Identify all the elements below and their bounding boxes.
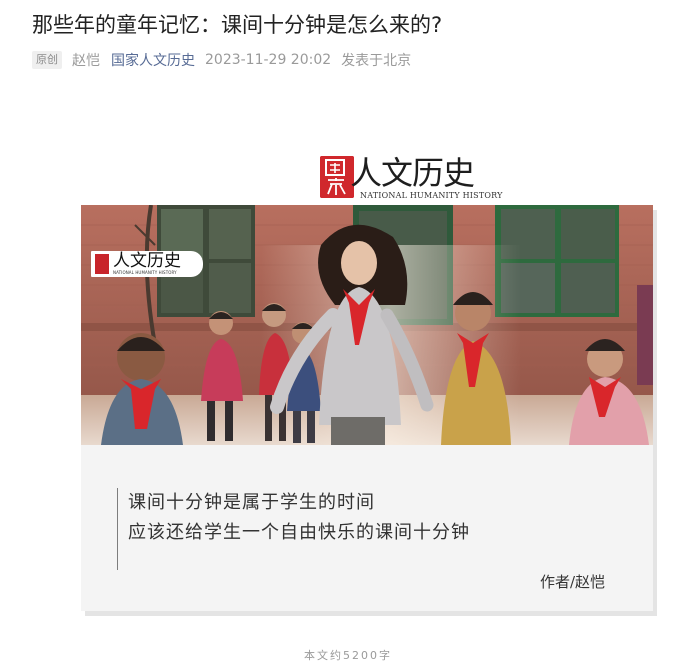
cover-photo: 人文历史 NATIONAL HUMANITY HISTORY xyxy=(81,205,653,445)
seal-graphic xyxy=(320,156,354,198)
card-byline: 作者/赵恺 xyxy=(539,573,605,591)
publish-time: 2023-11-29 20:02 xyxy=(205,52,332,68)
brand-logo: 国家 人文历史 NATIONAL HUMANITY HISTORY xyxy=(320,154,502,203)
seal-icon: 国家 xyxy=(320,156,354,198)
word-count: 本文约5200字 xyxy=(304,649,392,662)
photo-logo-name: 人文历史 xyxy=(113,251,181,271)
quote-block: 课间十分钟是属于学生的时间 应该还给学生一个自由快乐的课间十分钟 xyxy=(117,488,470,570)
article-title: 那些年的童年记忆：课间十分钟是怎么来的? xyxy=(32,13,443,37)
brand-subtitle: NATIONAL HUMANITY HISTORY xyxy=(360,191,503,200)
author-name[interactable]: 赵恺 xyxy=(72,50,100,70)
photo-logo-subtitle: NATIONAL HUMANITY HISTORY xyxy=(113,270,177,275)
children-playing-photo xyxy=(81,205,653,445)
article-meta: 原创 赵恺 国家人文历史 2023-11-29 20:02 发表于北京 xyxy=(32,50,411,70)
photo-watermark-logo: 人文历史 NATIONAL HUMANITY HISTORY xyxy=(91,251,203,277)
photo-seal-icon xyxy=(95,254,109,274)
cover-card: 人文历史 NATIONAL HUMANITY HISTORY 课间十分钟是属于学… xyxy=(81,205,653,611)
account-name-link[interactable]: 国家人文历史 xyxy=(111,50,195,70)
publish-location: 发表于北京 xyxy=(341,53,412,69)
quote-line-2: 应该还给学生一个自由快乐的课间十分钟 xyxy=(128,522,470,543)
brand-name: 人文历史 xyxy=(350,154,475,192)
quote-line-1: 课间十分钟是属于学生的时间 xyxy=(128,492,375,513)
original-badge: 原创 xyxy=(32,51,62,69)
